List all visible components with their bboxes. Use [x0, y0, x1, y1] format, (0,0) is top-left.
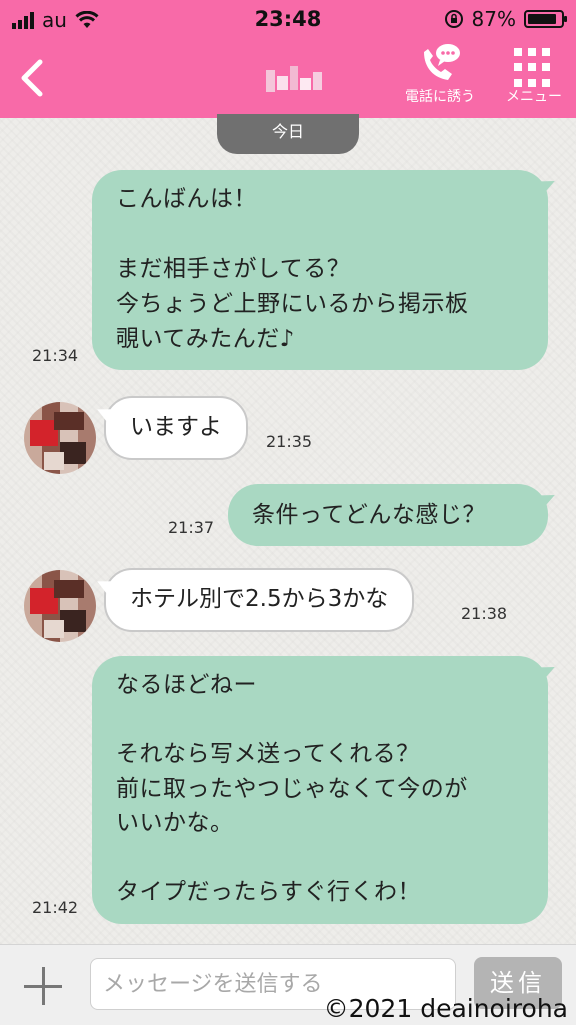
- message-time: 21:38: [461, 604, 508, 623]
- message-time: 21:42: [32, 898, 79, 917]
- grid-icon: [514, 48, 554, 88]
- message-bubble-incoming[interactable]: いますよ: [104, 396, 248, 460]
- status-right: 87%: [444, 7, 567, 31]
- menu-button[interactable]: メニュー: [496, 42, 572, 112]
- message-time: 21:35: [266, 432, 313, 451]
- chat-header: 電話に誘う メニュー: [0, 40, 576, 118]
- chevron-left-icon: [21, 59, 43, 97]
- message-bubble-incoming[interactable]: ホテル別で2.5から3かな: [104, 568, 415, 632]
- phone-chat-icon: [424, 44, 460, 80]
- call-invite-button[interactable]: 電話に誘う: [400, 42, 480, 112]
- rotation-lock-icon: [444, 10, 463, 28]
- contact-avatar[interactable]: [24, 570, 96, 642]
- menu-label: メニュー: [506, 89, 562, 105]
- message-time: 21:34: [32, 346, 79, 365]
- contact-avatar[interactable]: [24, 402, 96, 474]
- message-time: 21:37: [168, 518, 215, 537]
- status-bar: au 23:48 87%: [0, 0, 576, 40]
- battery-icon: [524, 10, 567, 28]
- date-divider: 今日: [217, 114, 359, 154]
- message-bubble-outgoing[interactable]: 条件ってどんな感じ？: [228, 484, 548, 546]
- watermark: ©2021 deainoiroha: [323, 994, 568, 1023]
- battery-percent: 87%: [471, 7, 516, 31]
- battery-fill: [528, 14, 556, 24]
- plus-icon[interactable]: [24, 967, 64, 1007]
- call-invite-label: 電話に誘う: [405, 89, 475, 105]
- message-bubble-outgoing[interactable]: こんばんは！ まだ相手さがしてる？ 今ちょうど上野にいるから掲示板 覗いてみたん…: [92, 170, 548, 370]
- message-bubble-outgoing[interactable]: なるほどねー それなら写メ送ってくれる？ 前に取ったやつじゃなくて今のが いいか…: [92, 656, 548, 924]
- back-button[interactable]: [14, 56, 54, 100]
- contact-name-pixelated: [266, 66, 323, 96]
